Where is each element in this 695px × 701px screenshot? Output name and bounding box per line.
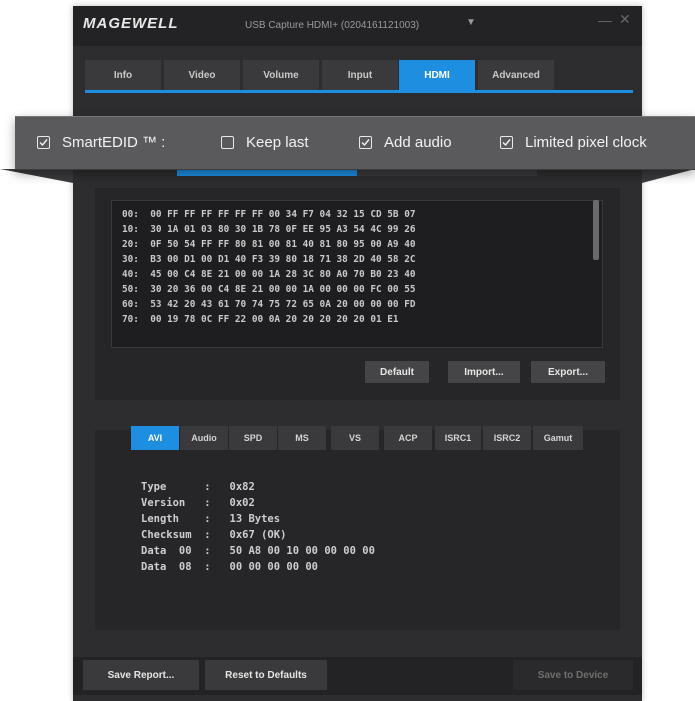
keep-last-label: Keep last (246, 134, 309, 151)
dropdown-caret-icon[interactable]: ▼ (466, 17, 476, 28)
check-icon (39, 139, 48, 147)
zoomed-options-band: SmartEDID ™ : Keep last Add audio Limite… (15, 116, 695, 170)
tab-advanced[interactable]: Advanced (478, 60, 554, 90)
tab-volume[interactable]: Volume (243, 60, 319, 90)
keep-last-checkbox[interactable] (221, 136, 234, 149)
close-button[interactable]: ✕ (619, 11, 631, 28)
band-shadow-right (642, 169, 695, 183)
tab-video[interactable]: Video (164, 60, 240, 90)
keep-last-option[interactable]: Keep last (221, 134, 309, 151)
smartedid-checkbox[interactable] (37, 136, 50, 149)
limited-pixel-clock-option[interactable]: Limited pixel clock (500, 134, 647, 151)
minimize-button[interactable]: — (598, 12, 612, 28)
limited-pixel-clock-label: Limited pixel clock (525, 134, 647, 151)
tab-hdmi[interactable]: HDMI (399, 60, 475, 90)
tab-underline (85, 90, 633, 93)
tab-info[interactable]: Info (85, 60, 161, 90)
title-bar: MAGEWELL USB Capture HDMI+ (020416112100… (73, 6, 642, 46)
check-icon (361, 139, 370, 147)
settings-window: MAGEWELL USB Capture HDMI+ (020416112100… (73, 6, 642, 701)
tab-input[interactable]: Input (322, 60, 398, 90)
limited-pixel-clock-checkbox[interactable] (500, 136, 513, 149)
device-selector[interactable]: USB Capture HDMI+ (0204161121003) (245, 20, 419, 31)
add-audio-checkbox[interactable] (359, 136, 372, 149)
smartedid-option[interactable]: SmartEDID ™ : (37, 134, 165, 151)
add-audio-label: Add audio (384, 134, 452, 151)
band-shadow-left (0, 169, 73, 183)
check-icon (502, 139, 511, 147)
add-audio-option[interactable]: Add audio (359, 134, 452, 151)
brand-logo: MAGEWELL (83, 15, 179, 32)
smartedid-label: SmartEDID ™ : (62, 134, 166, 151)
